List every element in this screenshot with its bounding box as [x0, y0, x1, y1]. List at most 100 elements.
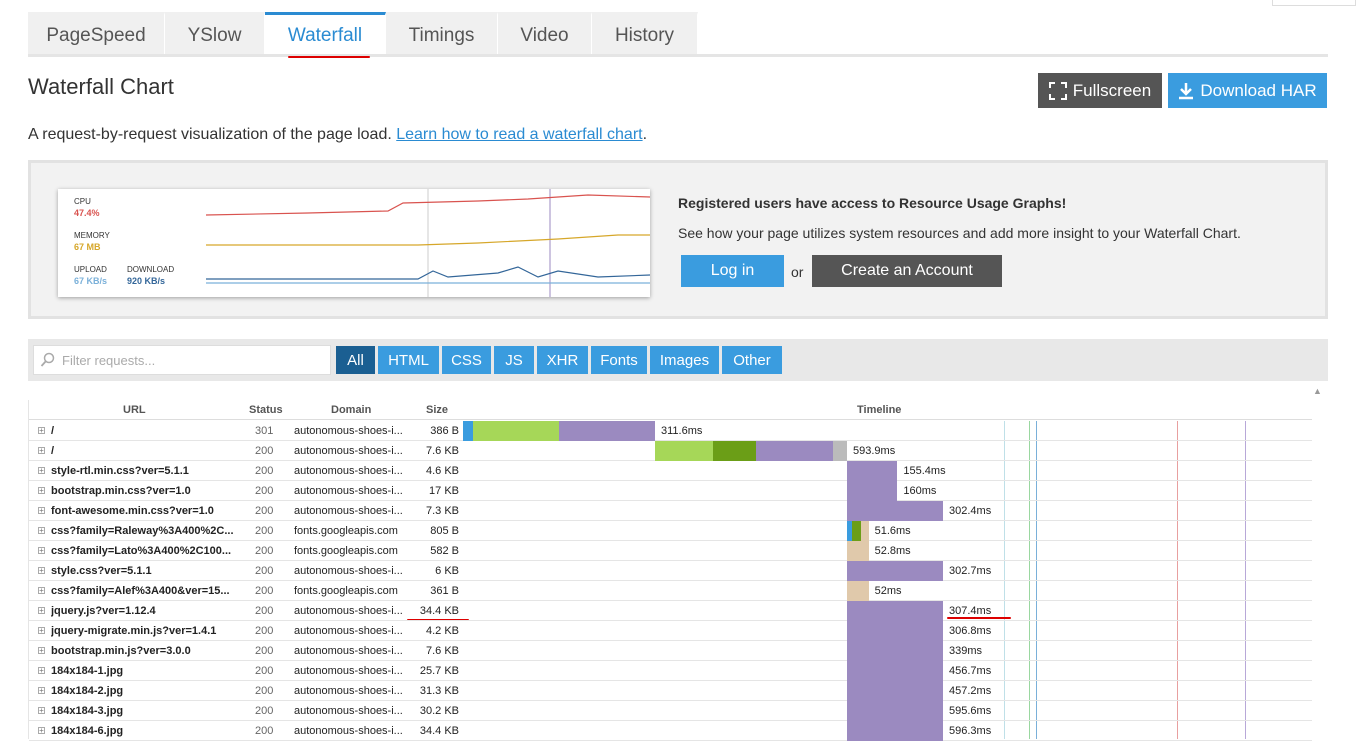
scroll-up-arrow[interactable]: ▲	[1313, 386, 1322, 396]
request-duration: 52.8ms	[874, 545, 911, 557]
login-button[interactable]: Log in	[681, 255, 784, 287]
request-row[interactable]: + style.css?ver=5.1.1 200 autonomous-shoes-…	[29, 561, 1312, 581]
timeline-bar	[847, 461, 898, 481]
expand-row-icon[interactable]: +	[38, 667, 45, 675]
request-duration: 52ms	[874, 585, 902, 597]
filter-js[interactable]: JS	[494, 346, 534, 374]
timeline-bar	[851, 521, 862, 541]
request-row[interactable]: +184x184-1.jpg 200 autonomous-shoes-i... 25…	[29, 661, 1312, 681]
filter-xhr[interactable]: XHR	[537, 346, 588, 374]
tab-yslow[interactable]: YSlow	[165, 12, 265, 56]
top-right-box	[1272, 0, 1356, 6]
col-timeline: Timeline	[857, 404, 902, 416]
expand-row-icon[interactable]: +	[38, 567, 45, 575]
resource-usage-promo: CPU 47.4% MEMORY 67 MB UPLOAD 67 KB/s DO…	[28, 160, 1328, 319]
tab-history[interactable]: History	[592, 12, 698, 56]
filter-html[interactable]: HTML	[378, 346, 439, 374]
request-size: 4.2 KB	[425, 625, 459, 637]
tabbar-divider	[28, 54, 1328, 57]
request-status: 200	[255, 645, 274, 657]
request-size: 7.6 KB	[425, 645, 459, 657]
request-row[interactable]: + css?family=Alef%3A400&ver=15... 200 fonts…	[29, 581, 1312, 601]
request-row[interactable]: + jquery.js?ver=1.12.4 200 autonomous-shoes…	[29, 601, 1312, 621]
request-status: 200	[255, 585, 274, 597]
filter-other[interactable]: Other	[722, 346, 782, 374]
request-row[interactable]: +184x184-6.jpg 200 autonomous-shoes-i... 34…	[29, 721, 1312, 741]
learn-waterfall-link[interactable]: Learn how to read a waterfall chart	[396, 126, 642, 143]
request-url: 184x184-6.jpg	[51, 725, 124, 737]
request-duration: 306.8ms	[949, 625, 992, 637]
request-status: 200	[255, 705, 274, 717]
request-row[interactable]: + style-rtl.min.css?ver=5.1.1 200 autonomou…	[29, 461, 1312, 481]
expand-row-icon[interactable]: +	[38, 527, 45, 535]
promo-heading: Registered users have access to Resource…	[678, 195, 1067, 211]
page-title: Waterfall Chart	[28, 74, 174, 99]
filter-input[interactable]	[62, 352, 322, 368]
expand-row-icon[interactable]: +	[38, 707, 45, 715]
request-status: 200	[255, 465, 274, 477]
request-duration: 302.4ms	[949, 505, 992, 517]
request-duration: 593.9ms	[853, 445, 896, 457]
expand-row-icon[interactable]: +	[38, 627, 45, 635]
timeline-bar	[847, 641, 943, 661]
request-row[interactable]: + bootstrap.min.css?ver=1.0 200 autonomous-…	[29, 481, 1312, 501]
expand-row-icon[interactable]: +	[38, 687, 45, 695]
col-url: URL	[123, 404, 146, 416]
timeline-bar	[847, 701, 943, 721]
timeline-bar	[847, 501, 943, 521]
request-row[interactable]: + css?family=Lato%3A400%2C100... 200 fonts.…	[29, 541, 1312, 561]
request-size: 34.4 KB	[419, 725, 459, 737]
expand-row-icon[interactable]: +	[38, 447, 45, 455]
request-url: bootstrap.min.js?ver=3.0.0	[51, 645, 191, 657]
request-row[interactable]: +184x184-3.jpg 200 autonomous-shoes-i... 30…	[29, 701, 1312, 721]
usage-lines	[205, 189, 650, 297]
expand-row-icon[interactable]: +	[38, 587, 45, 595]
expand-row-icon[interactable]: +	[38, 547, 45, 555]
expand-row-icon[interactable]: +	[38, 467, 45, 475]
request-size: 386 B	[430, 425, 459, 437]
request-url: style.css?ver=5.1.1	[51, 565, 152, 577]
request-size: 31.3 KB	[419, 685, 459, 697]
timeline-bar	[847, 541, 869, 561]
request-size: 7.3 KB	[425, 505, 459, 517]
request-status: 200	[255, 445, 274, 457]
expand-row-icon[interactable]: +	[38, 487, 45, 495]
create-account-button[interactable]: Create an Account	[812, 255, 1002, 287]
filter-fonts[interactable]: Fonts	[591, 346, 647, 374]
intro-text: A request-by-request visualization of th…	[28, 126, 647, 144]
request-duration: 457.2ms	[949, 685, 992, 697]
expand-row-icon[interactable]: +	[38, 727, 45, 735]
request-row[interactable]: + font-awesome.min.css?ver=1.0 200 autonomo…	[29, 501, 1312, 521]
request-duration: 596.3ms	[949, 725, 992, 737]
request-duration: 339ms	[949, 645, 983, 657]
fullscreen-button[interactable]: Fullscreen	[1038, 73, 1162, 108]
download-har-button[interactable]: Download HAR	[1168, 73, 1327, 108]
expand-row-icon[interactable]: +	[38, 507, 45, 515]
timeline-bar	[847, 661, 943, 681]
request-row[interactable]: + bootstrap.min.js?ver=3.0.0 200 autonomous…	[29, 641, 1312, 661]
expand-row-icon[interactable]: +	[38, 607, 45, 615]
filter-all[interactable]: All	[336, 346, 375, 374]
request-row[interactable]: + jquery-migrate.min.js?ver=1.4.1 200 auton…	[29, 621, 1312, 641]
timeline-bar	[847, 721, 943, 741]
request-row[interactable]: + css?family=Raleway%3A400%2C... 200 fonts.…	[29, 521, 1312, 541]
request-size: 6 KB	[435, 565, 459, 577]
col-status: Status	[249, 404, 283, 416]
request-duration: 311.6ms	[661, 425, 703, 437]
filter-css[interactable]: CSS	[442, 346, 491, 374]
tab-waterfall[interactable]: Waterfall	[265, 12, 386, 56]
filter-images[interactable]: Images	[650, 346, 719, 374]
tab-pagespeed[interactable]: PageSpeed	[28, 12, 165, 56]
request-duration: 456.7ms	[949, 665, 992, 677]
request-row[interactable]: +184x184-2.jpg 200 autonomous-shoes-i... 31…	[29, 681, 1312, 701]
tab-timings[interactable]: Timings	[386, 12, 498, 56]
expand-row-icon[interactable]: +	[38, 427, 45, 435]
download-har-label: Download HAR	[1200, 80, 1317, 100]
filter-bar: All HTML CSS JS XHR Fonts Images Other	[28, 339, 1328, 381]
timeline-bar	[847, 581, 869, 601]
request-size: 34.4 KB	[419, 605, 459, 617]
request-row[interactable]: +/200 autonomous-shoes-i... 7.6 KB 593.9ms	[29, 441, 1312, 461]
request-row[interactable]: +/301 autonomous-shoes-i... 386 B 311.6ms	[29, 421, 1312, 441]
expand-row-icon[interactable]: +	[38, 647, 45, 655]
tab-video[interactable]: Video	[498, 12, 592, 56]
